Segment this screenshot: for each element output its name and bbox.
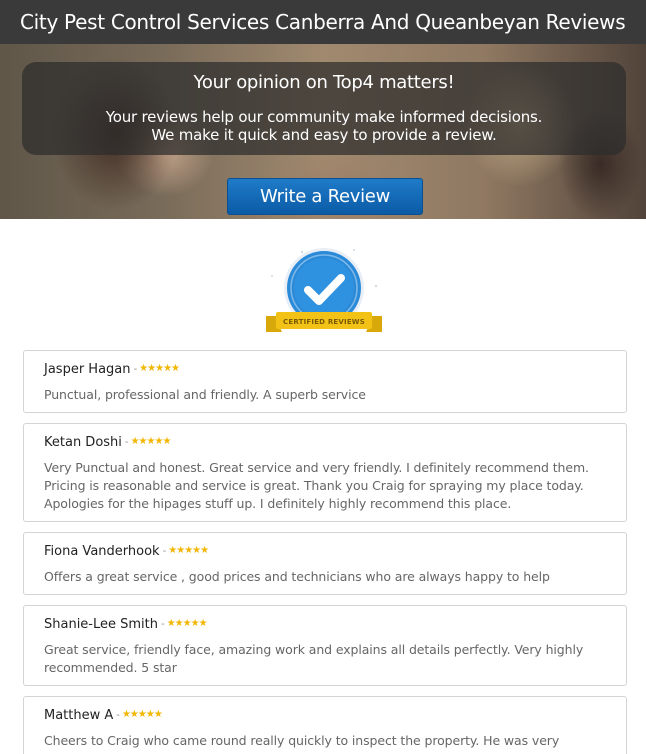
star-rating: ★ ★ ★ ★ ★ <box>121 709 163 720</box>
hero-text: Your reviews help our community make inf… <box>22 108 626 144</box>
star-icon: ★ <box>168 545 177 556</box>
star-icon: ★ <box>139 363 148 374</box>
star-icon: ★ <box>171 363 180 374</box>
star-icon: ★ <box>176 545 185 556</box>
reviewer-name: Ketan Doshi <box>44 434 122 450</box>
star-icon: ★ <box>182 618 192 629</box>
star-icon: ★ <box>147 363 156 374</box>
star-icon: ★ <box>154 436 163 447</box>
hero-text-line-1: Your reviews help our community make inf… <box>105 108 543 126</box>
star-icon: ★ <box>190 618 200 629</box>
review-card: Matthew A - ★ ★ ★ ★ ★ Cheers to Craig who ca… <box>23 696 627 754</box>
write-review-button[interactable]: Write a Review <box>227 178 423 215</box>
star-icon: ★ <box>137 709 147 720</box>
review-card: Ketan Doshi - ★ ★ ★ ★ ★ Very Punctual and ho… <box>23 423 627 522</box>
star-icon: ★ <box>138 436 148 447</box>
certified-reviews-badge: CERTIFIED REVIEWS <box>262 246 386 338</box>
review-card: Shanie-Lee Smith - ★ ★ ★ ★ ★ Great service, … <box>23 605 627 686</box>
star-icon: ★ <box>163 363 172 374</box>
star-rating: ★ ★ ★ ★ ★ <box>166 618 208 629</box>
page-title: City Pest Control Services Canberra And … <box>0 0 646 44</box>
review-text: Punctual, professional and friendly. A s… <box>44 387 366 402</box>
reviewer-name: Fiona Vanderhook <box>44 543 160 559</box>
reviewer-name: Matthew A <box>44 707 114 723</box>
hero-text-line-2: We make it quick and easy to provide a r… <box>151 126 497 144</box>
star-icon: ★ <box>184 545 193 556</box>
hero-message-box: Your opinion on Top4 matters! Your revie… <box>22 62 626 155</box>
review-card: Fiona Vanderhook - ★ ★ ★ ★ ★ Offers a great … <box>23 532 627 595</box>
certified-reviews-label: CERTIFIED REVIEWS <box>283 318 365 326</box>
star-icon: ★ <box>129 709 139 720</box>
star-rating: ★ ★ ★ ★ ★ <box>139 363 180 374</box>
star-icon: ★ <box>155 363 164 374</box>
star-icon: ★ <box>130 436 140 447</box>
star-icon: ★ <box>198 618 208 629</box>
star-icon: ★ <box>162 436 171 447</box>
review-text: Very Punctual and honest. Great service … <box>44 460 589 511</box>
star-icon: ★ <box>121 709 131 720</box>
review-card: Jasper Hagan - ★ ★ ★ ★ ★ Punctual, professio… <box>23 350 627 413</box>
star-rating: ★ ★ ★ ★ ★ <box>168 545 209 556</box>
star-icon: ★ <box>166 618 176 629</box>
star-icon: ★ <box>153 709 163 720</box>
hero-heading: Your opinion on Top4 matters! <box>193 72 455 93</box>
star-icon: ★ <box>146 436 156 447</box>
reviewer-name: Jasper Hagan <box>44 361 131 377</box>
star-icon: ★ <box>200 545 209 556</box>
review-text: Offers a great service , good prices and… <box>44 569 550 584</box>
star-icon: ★ <box>192 545 201 556</box>
review-text: Cheers to Craig who came round really qu… <box>44 733 560 748</box>
star-icon: ★ <box>174 618 184 629</box>
star-icon: ★ <box>145 709 155 720</box>
review-text: Great service, friendly face, amazing wo… <box>44 642 584 675</box>
reviewer-name: Shanie-Lee Smith <box>44 616 159 632</box>
hero-banner: Your opinion on Top4 matters! Your revie… <box>0 44 646 219</box>
star-rating: ★ ★ ★ ★ ★ <box>130 436 172 447</box>
